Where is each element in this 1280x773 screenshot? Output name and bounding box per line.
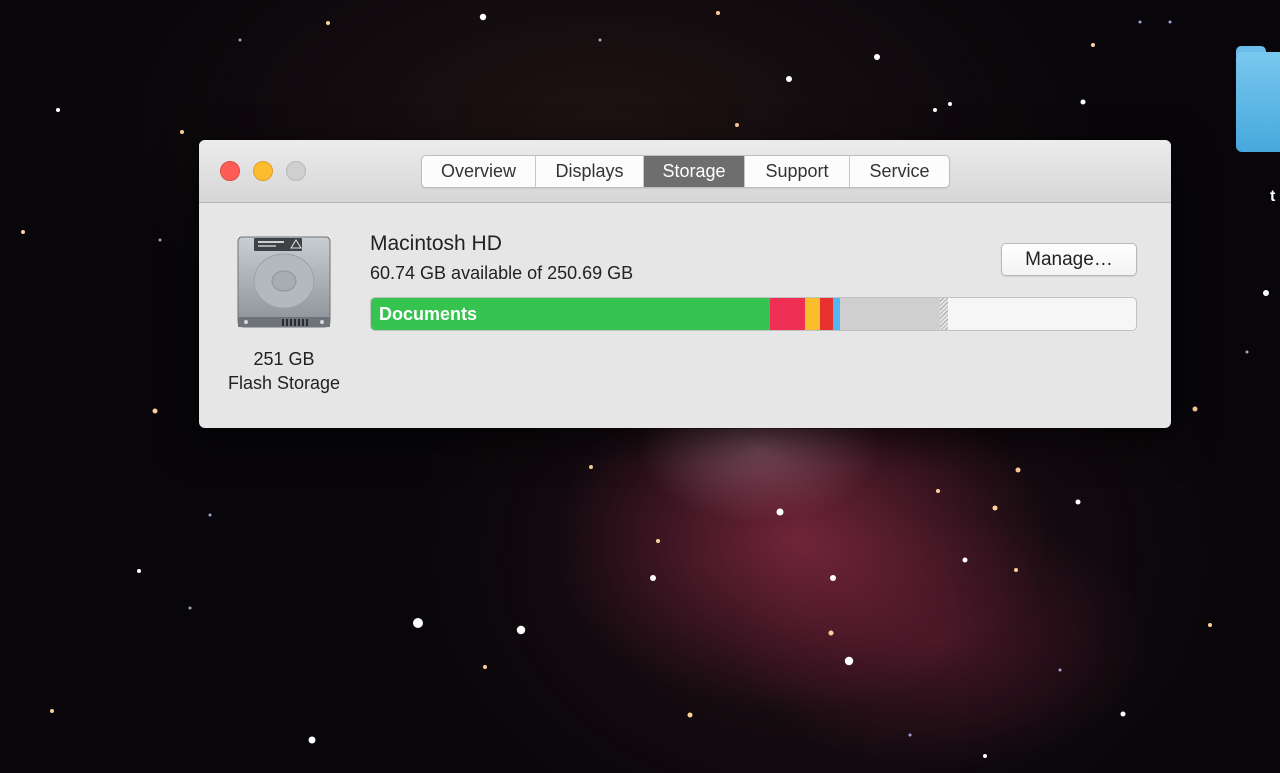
tab-overview[interactable]: Overview [422, 156, 536, 187]
storage-segment-category-red[interactable] [770, 298, 805, 330]
title-bar[interactable]: Overview Displays Storage Support Servic… [199, 140, 1171, 203]
hard-drive-icon [237, 236, 331, 328]
storage-segment-category-purgeable[interactable] [940, 298, 948, 330]
desktop-folder-label[interactable]: t [1270, 188, 1275, 206]
tab-bar: Overview Displays Storage Support Servic… [421, 155, 950, 188]
tab-service[interactable]: Service [850, 156, 949, 187]
storage-pane: 251 GB Flash Storage Macintosh HD 60.74 … [199, 203, 1171, 428]
about-this-mac-window: Overview Displays Storage Support Servic… [199, 140, 1171, 428]
tab-storage[interactable]: Storage [644, 156, 745, 187]
storage-segment-category-blue[interactable] [833, 298, 840, 330]
zoom-button[interactable] [286, 161, 306, 181]
disk-type-label: Flash Storage [227, 373, 341, 393]
tab-support[interactable]: Support [745, 156, 850, 187]
storage-segment-documents[interactable]: Documents [371, 298, 770, 330]
desktop-folder-icon[interactable] [1236, 46, 1280, 152]
disk-capacity-label: 251 GB [253, 349, 315, 369]
minimize-button[interactable] [253, 161, 273, 181]
manage-button[interactable]: Manage… [1001, 243, 1137, 276]
storage-segment-category-red-2[interactable] [820, 298, 833, 330]
volume-name: Macintosh HD [370, 232, 502, 255]
tab-displays[interactable]: Displays [536, 156, 644, 187]
storage-usage-bar: Documents [370, 297, 1137, 331]
folder-body [1236, 52, 1280, 152]
storage-segment-label: Documents [379, 304, 478, 324]
storage-segment-category-gray[interactable] [840, 298, 940, 330]
close-button[interactable] [220, 161, 240, 181]
storage-segment-category-yellow[interactable] [805, 298, 820, 330]
volume-availability: 60.74 GB available of 250.69 GB [370, 263, 634, 283]
